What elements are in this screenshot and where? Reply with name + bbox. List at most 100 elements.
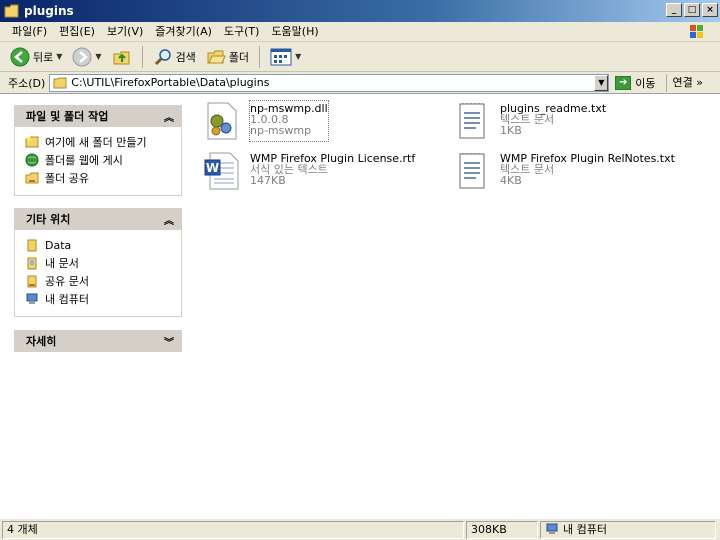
file-size: 1KB: [500, 124, 522, 137]
status-bar: 4 개체 308KB 내 컴퓨터: [0, 518, 720, 540]
go-arrow-icon: ➔: [615, 75, 632, 90]
views-button[interactable]: ▼: [266, 45, 305, 69]
dll-file-icon: [207, 102, 237, 140]
task-new-folder[interactable]: 여기에 새 폴더 만들기: [25, 133, 181, 151]
shared-documents-icon: [27, 275, 37, 288]
address-input[interactable]: C:\UTIL\FirefoxPortable\Data\plugins ▼: [49, 73, 610, 92]
file-tasks-panel: 파일 및 폴더 작업 ︽ 여기에 새 폴더 만들기 폴더를 웹에 게시 폴더 공…: [14, 105, 182, 196]
file-item-np-mswmp-dll[interactable]: np-mswmp.dll 1.0.0.8 np-mswmp: [202, 100, 329, 142]
go-label: 이동: [635, 76, 656, 90]
search-button[interactable]: 검색: [149, 45, 200, 69]
views-icon: [270, 48, 292, 65]
place-label: 내 문서: [45, 257, 79, 270]
svg-text:W: W: [206, 161, 219, 175]
globe-icon: [25, 153, 39, 167]
go-button[interactable]: ➔ 이동: [615, 75, 656, 91]
place-my-documents[interactable]: 내 문서: [25, 254, 181, 272]
file-item-plugins-readme[interactable]: plugins_readme.txt 텍스트 문서 1KB: [452, 101, 606, 141]
menu-bar: 파일(F) 편집(E) 보기(V) 즐겨찾기(A) 도구(T) 도움말(H): [0, 22, 720, 42]
forward-arrow-icon: [72, 47, 92, 66]
folder-up-icon: [113, 51, 130, 64]
my-computer-icon: [26, 293, 38, 304]
folders-icon: [207, 50, 226, 63]
status-object-count: 4 개체: [2, 520, 464, 539]
status-location-label: 내 컴퓨터: [563, 522, 607, 536]
search-label: 검색: [175, 50, 196, 64]
address-dropdown-button[interactable]: ▼: [594, 74, 609, 91]
other-places-panel: 기타 위치 ︽ Data 내 문서 공유 문서 내 컴퓨터: [14, 208, 182, 317]
task-publish-web[interactable]: 폴더를 웹에 게시: [25, 151, 181, 169]
toolbar: 뒤로 ▼ ▼ 검색 폴더 ▼: [0, 42, 720, 72]
back-label: 뒤로: [33, 50, 54, 64]
file-list: np-mswmp.dll 1.0.0.8 np-mswmp plugins_re…: [196, 95, 720, 518]
title-bar: plugins _ □ ×: [0, 0, 720, 22]
task-label: 폴더를 웹에 게시: [45, 154, 123, 167]
file-description: np-mswmp: [250, 124, 312, 137]
search-icon: [154, 48, 171, 65]
folders-label: 폴더: [228, 50, 250, 64]
back-dropdown-icon[interactable]: ▼: [56, 52, 62, 61]
collapse-icon[interactable]: ︽: [164, 109, 174, 124]
details-header[interactable]: 자세히 ︾: [14, 330, 182, 352]
place-shared-documents[interactable]: 공유 문서: [25, 272, 181, 290]
up-folder-button[interactable]: [108, 45, 136, 69]
folder-icon: [53, 77, 67, 88]
task-pane: 파일 및 폴더 작업 ︽ 여기에 새 폴더 만들기 폴더를 웹에 게시 폴더 공…: [0, 95, 196, 518]
place-label: Data: [45, 238, 72, 252]
windows-logo-icon: [690, 25, 703, 38]
menu-favorites[interactable]: 즐겨찾기(A): [149, 23, 218, 41]
shared-folder-icon: [25, 172, 39, 184]
word-document-icon: W: [204, 152, 239, 190]
menu-edit[interactable]: 편집(E): [53, 23, 101, 41]
toolbar-separator: [141, 45, 143, 68]
links-button[interactable]: 연결 »: [665, 73, 703, 92]
folders-button[interactable]: 폴더: [202, 45, 253, 69]
status-total-size: 308KB: [466, 520, 538, 539]
file-type: 텍스트 문서: [500, 163, 555, 176]
file-tasks-header[interactable]: 파일 및 폴더 작업 ︽: [14, 105, 182, 127]
back-button[interactable]: 뒤로 ▼: [6, 45, 66, 69]
menu-tools[interactable]: 도구(T): [218, 23, 266, 41]
place-label: 내 컴퓨터: [45, 293, 89, 306]
place-my-computer[interactable]: 내 컴퓨터: [25, 290, 181, 308]
task-share-folder[interactable]: 폴더 공유: [25, 169, 181, 187]
menu-file[interactable]: 파일(F): [6, 23, 53, 41]
place-label: 공유 문서: [45, 275, 89, 288]
my-computer-icon: [546, 523, 558, 534]
address-path: C:\UTIL\FirefoxPortable\Data\plugins: [71, 76, 270, 89]
details-title: 자세히: [26, 335, 57, 348]
details-panel: 자세히 ︾: [14, 330, 182, 352]
collapse-icon[interactable]: ︽: [164, 212, 174, 227]
place-data[interactable]: Data: [25, 236, 181, 254]
task-label: 여기에 새 폴더 만들기: [45, 136, 147, 149]
task-label: 폴더 공유: [45, 172, 89, 185]
file-tasks-title: 파일 및 폴더 작업: [26, 110, 109, 123]
status-location: 내 컴퓨터: [540, 520, 716, 539]
folder-icon: [27, 239, 37, 252]
menu-help[interactable]: 도움말(H): [265, 23, 324, 41]
text-file-icon: [459, 153, 485, 189]
folder-icon: [4, 4, 19, 18]
other-places-title: 기타 위치: [26, 213, 71, 226]
forward-dropdown-icon[interactable]: ▼: [95, 52, 101, 61]
address-bar: 주소(D) C:\UTIL\FirefoxPortable\Data\plugi…: [0, 72, 720, 94]
toolbar-separator: [259, 45, 261, 68]
file-size: 147KB: [250, 174, 286, 187]
text-file-icon: [459, 103, 485, 139]
my-documents-icon: [27, 257, 37, 270]
minimize-button[interactable]: _: [666, 3, 682, 17]
file-item-license-rtf[interactable]: W WMP Firefox Plugin License.rtf 서식 있는 텍…: [202, 151, 415, 191]
forward-button[interactable]: ▼: [68, 45, 105, 69]
file-size: 4KB: [500, 174, 522, 187]
menu-view[interactable]: 보기(V): [101, 23, 149, 41]
expand-icon[interactable]: ︾: [164, 334, 174, 349]
maximize-button[interactable]: □: [684, 3, 700, 17]
new-folder-icon: [25, 136, 39, 148]
views-dropdown-icon[interactable]: ▼: [295, 52, 301, 61]
other-places-header[interactable]: 기타 위치 ︽: [14, 208, 182, 230]
window-title: plugins: [24, 4, 74, 18]
address-label: 주소(D): [8, 76, 46, 90]
close-button[interactable]: ×: [702, 3, 718, 17]
back-arrow-icon: [10, 47, 30, 66]
file-item-relnotes-txt[interactable]: WMP Firefox Plugin RelNotes.txt 텍스트 문서 4…: [452, 151, 675, 191]
